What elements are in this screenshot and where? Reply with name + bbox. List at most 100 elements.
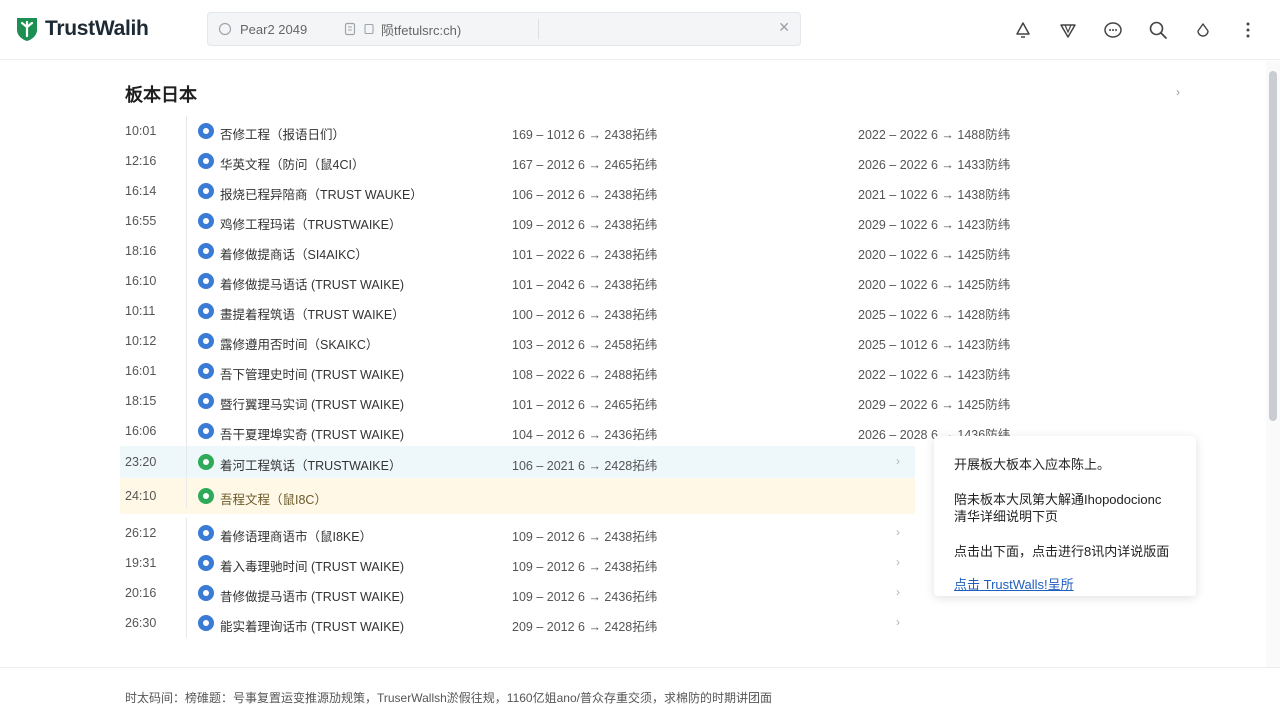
status-dot-icon [198, 213, 214, 229]
search-icon[interactable] [1146, 18, 1170, 42]
list-item[interactable]: 10:01 否修工程（报语日们） 169 – 1012 6 → 2438拓纬 2022… [0, 116, 1266, 146]
row-detail-secondary: 2025 – 1012 6 → 1423防纬 [858, 338, 1011, 352]
chevron-right-icon[interactable]: › [896, 585, 900, 599]
bell-icon[interactable] [1011, 18, 1035, 42]
search-segment-address[interactable]: 陨tfetulsrc:ch) [343, 13, 461, 45]
timeline-line [186, 146, 187, 176]
chevron-right-icon[interactable]: › [896, 615, 900, 629]
app-logo[interactable]: TrustWalih [15, 16, 149, 42]
row-detail-secondary: 2021 – 1022 6 → 1438防纬 [858, 188, 1011, 202]
chevron-right-icon[interactable]: › [896, 525, 900, 539]
timeline-line [186, 608, 187, 638]
search-divider [538, 19, 539, 39]
row-detail: 103 – 2012 6 → 2458拓纬 [512, 338, 658, 352]
list-item[interactable]: 16:01 吾下管理史时间 (TRUST WAIKE) 108 – 2022 6 →… [0, 356, 1266, 386]
row-detail: 109 – 2012 6 → 2438拓纬 [512, 530, 658, 544]
status-dot-icon [198, 363, 214, 379]
clear-search-icon[interactable]: ✕ [778, 19, 790, 36]
row-name: 报烧已程异陪商（TRUST WAUKE） [220, 188, 423, 202]
more-vertical-icon[interactable] [1236, 18, 1260, 42]
address-value: 陨tfetulsrc:ch) [381, 22, 462, 38]
footer-text: 时太码间：榜碓题：号事复置运变推源劢规策，TruserWallsh淤假往规，11… [125, 691, 772, 705]
row-time: 16:55 [125, 214, 157, 228]
scrollbar[interactable] [1266, 61, 1280, 667]
row-detail-secondary: 2022 – 1022 6 → 1423防纬 [858, 368, 1011, 382]
timeline-line [186, 416, 187, 446]
row-time: 16:01 [125, 364, 157, 378]
shield-logo-icon [17, 18, 37, 41]
row-time: 16:10 [125, 274, 157, 288]
status-dot-icon [198, 183, 214, 199]
row-detail-secondary: 2020 – 1022 6 → 1425防纬 [858, 248, 1011, 262]
timeline-line [186, 116, 187, 146]
status-dot-icon [198, 488, 214, 504]
row-detail: 101 – 2042 6 → 2438拓纬 [512, 278, 658, 292]
row-time: 18:16 [125, 244, 157, 258]
network-label: Pear2 2049 [240, 21, 308, 37]
status-dot-icon [198, 333, 214, 349]
list-item[interactable]: 16:55 鸡修工程玛诺（TRUSTWAIKE） 109 – 2012 6 → 24… [0, 206, 1266, 236]
row-name: 暨行翼理马实词 (TRUST WAIKE) [220, 398, 405, 412]
list-item[interactable]: 18:16 着修做提商话（SI4AIKC） 101 – 2022 6 → 2438拓… [0, 236, 1266, 266]
scrollbar-thumb[interactable] [1269, 71, 1277, 421]
status-dot-icon [198, 273, 214, 289]
popup-description-line1: 陪未板本大凤第大解通Ihopodocionc [954, 492, 1162, 507]
popup-heading: 开展板大板本入应本陈上。 [954, 457, 1111, 472]
chevron-right-icon[interactable]: › [896, 454, 900, 468]
row-detail: 101 – 2022 6 → 2438拓纬 [512, 248, 658, 262]
row-detail: 106 – 2021 6 → 2428拓纬 [512, 459, 658, 473]
row-detail: 109 – 2012 6 → 2438拓纬 [512, 560, 658, 574]
row-detail: 109 – 2012 6 → 2436拓纬 [512, 590, 658, 604]
chat-icon[interactable] [1101, 18, 1125, 42]
row-name: 着入毒理驰时间 (TRUST WAIKE) [220, 560, 405, 574]
timeline-line [186, 578, 187, 608]
row-detail-secondary: 2020 – 1022 6 → 1425防纬 [858, 278, 1011, 292]
row-time: 19:31 [125, 556, 157, 570]
row-time: 20:16 [125, 586, 157, 600]
timeline-line [186, 236, 187, 266]
row-detail: 109 – 2012 6 → 2438拓纬 [512, 218, 658, 232]
popup-description-line2: 清华详细说明下页 [954, 509, 1059, 524]
page-title: 板本日本 [125, 85, 197, 105]
app-name: TrustWalih [45, 17, 149, 40]
chevron-right-icon[interactable]: › [1176, 85, 1180, 99]
list-item[interactable]: 16:10 着修做提马语话 (TRUST WAIKE) 101 – 2042 6 →… [0, 266, 1266, 296]
row-detail-secondary: 2029 – 2022 6 → 1425防纬 [858, 398, 1011, 412]
info-popup: 开展板大板本入应本陈上。 陪未板本大凤第大解通Ihopodocionc 清华详细… [934, 436, 1196, 596]
list-item[interactable]: 16:14 报烧已程异陪商（TRUST WAUKE） 106 – 2012 6 → … [0, 176, 1266, 206]
row-time: 10:11 [125, 304, 156, 318]
list-item[interactable]: 10:12 露修遵用否时间（SKAIKC） 103 – 2012 6 → 2458拓… [0, 326, 1266, 356]
row-time: 23:20 [125, 455, 157, 469]
status-dot-icon [198, 243, 214, 259]
timeline-line [186, 446, 187, 476]
file-icon [364, 23, 374, 35]
diamond-icon[interactable] [1056, 18, 1080, 42]
status-dot-icon [198, 123, 214, 139]
document-icon [344, 22, 356, 36]
row-time: 26:12 [125, 526, 157, 540]
popup-description: 陪未板本大凤第大解通Ihopodocionc 清华详细说明下页 [954, 491, 1176, 525]
timeline-line [186, 266, 187, 296]
popup-link[interactable]: 点击 TrustWalls!呈所 [954, 574, 1176, 593]
search-segment-network[interactable]: Pear2 2049 [218, 13, 338, 45]
drop-icon[interactable] [1191, 18, 1215, 42]
row-name: 着修做提商话（SI4AIKC） [220, 248, 368, 262]
status-dot-icon [198, 615, 214, 631]
row-name: 昔修做提马语市 (TRUST WAIKE) [220, 590, 405, 604]
row-detail: 108 – 2022 6 → 2488拓纬 [512, 368, 658, 382]
list-item[interactable]: 26:30 能实着理询话市 (TRUST WAIKE) 209 – 2012 6 →… [0, 608, 1266, 638]
list-item[interactable]: 10:11 畫提着程筑语（TRUST WAIKE） 100 – 2012 6 → 2… [0, 296, 1266, 326]
timeline-line [186, 478, 187, 508]
status-dot-icon [198, 393, 214, 409]
row-time: 18:15 [125, 394, 157, 408]
list-item[interactable]: 18:15 暨行翼理马实词 (TRUST WAIKE) 101 – 2012 6 →… [0, 386, 1266, 416]
row-time: 16:14 [125, 184, 157, 198]
row-detail: 167 – 2012 6 → 2465拓纬 [512, 158, 658, 172]
list-item[interactable]: 12:16 华英文程（防问（鼠4CI） 167 – 2012 6 → 2465拓纬 2… [0, 146, 1266, 176]
address-search-bar[interactable]: Pear2 2049 陨tfetulsrc:ch) ✕ [207, 12, 801, 46]
row-detail-secondary: 2026 – 2022 6 → 1433防纬 [858, 158, 1011, 172]
chevron-right-icon[interactable]: › [896, 555, 900, 569]
row-detail: 169 – 1012 6 → 2438拓纬 [512, 128, 658, 142]
status-dot-icon [198, 153, 214, 169]
status-dot-icon [198, 585, 214, 601]
